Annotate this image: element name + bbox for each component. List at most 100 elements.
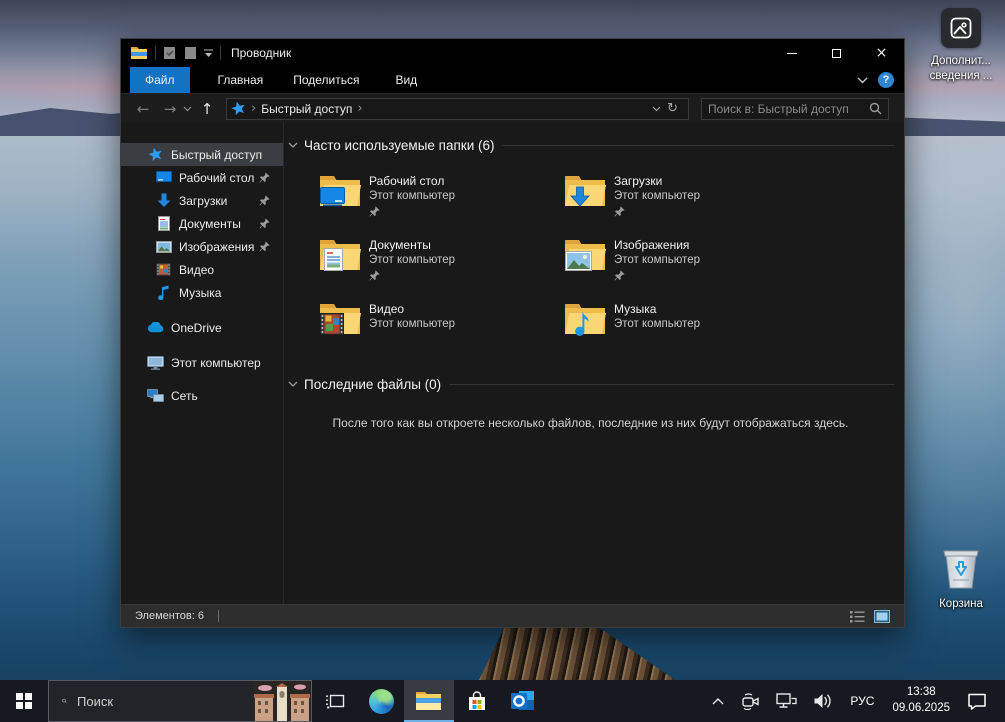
new-folder-icon[interactable] [184,46,197,60]
properties-icon[interactable] [163,46,177,60]
tab-share[interactable]: Поделиться [278,67,374,93]
speaker-volume-icon [813,693,833,709]
search-highlight-image[interactable] [253,681,311,721]
sidebar-item-onedrive[interactable]: OneDrive [121,316,283,339]
task-view-button[interactable] [312,680,358,722]
status-bar: Элементов: 6 [121,604,904,627]
folder-tile-downloads[interactable]: Загрузки Этот компьютер [564,165,809,229]
camera-tray-button[interactable] [735,680,765,722]
sidebar-item-this-pc[interactable]: Этот компьютер [121,351,283,374]
computer-icon [147,356,164,370]
folder-tile-videos[interactable]: Видео Этот компьютер [319,293,564,357]
explorer-taskbar-button[interactable] [404,680,454,722]
videos-folder-icon [319,301,361,337]
sidebar-item-music[interactable]: Музыка [121,281,283,304]
sidebar-item-desktop[interactable]: Рабочий стол [121,166,283,189]
folder-location: Этот компьютер [614,189,700,204]
sidebar-item-documents[interactable]: Документы [121,212,283,235]
sidebar-item-videos[interactable]: Видео [121,258,283,281]
music-folder-icon [564,301,606,337]
maximize-icon [832,49,841,58]
desktop-shortcut-recycle-bin[interactable]: Корзина [919,546,1003,612]
pin-icon [369,270,380,281]
maximize-button[interactable] [814,39,859,67]
folder-tile-desktop[interactable]: Рабочий стол Этот компьютер [319,165,564,229]
show-hidden-icons-button[interactable] [707,680,729,722]
sidebar-item-network[interactable]: Сеть [121,384,283,407]
folder-tile-documents[interactable]: Документы Этот компьютер [319,229,564,293]
volume-tray-button[interactable] [808,680,838,722]
outlook-icon [511,690,535,712]
pin-icon [614,270,625,281]
folder-name: Загрузки [614,174,700,189]
search-input[interactable] [708,102,869,116]
title-bar: Проводник × [121,39,904,67]
shortcut-label: Корзина [919,597,1003,612]
separator [220,46,221,60]
action-center-icon [967,692,987,710]
details-view-button[interactable] [850,610,865,623]
search-box[interactable] [701,98,889,120]
tab-home[interactable]: Главная [203,67,279,93]
network-tray-button[interactable] [771,680,802,722]
pin-icon [259,195,270,206]
ribbon-expand-chevron-icon[interactable] [857,77,868,84]
minimize-button[interactable] [769,39,814,67]
start-button[interactable] [0,680,48,722]
store-taskbar-button[interactable] [454,680,500,722]
up-button[interactable]: ↑ [196,100,218,118]
address-bar[interactable]: › Быстрый доступ › ↻ [226,98,689,120]
sidebar-item-quick-access[interactable]: Быстрый доступ [121,143,283,166]
address-dropdown-chevron-icon[interactable] [652,106,661,112]
wallpaper-pier [478,624,678,682]
music-note-icon [155,285,172,300]
pin-icon [259,218,270,229]
back-button[interactable]: ← [132,100,154,118]
breadcrumb-chevron-icon[interactable]: › [352,101,367,116]
folder-tile-music[interactable]: Музыка Этот компьютер [564,293,809,357]
recent-locations-chevron-icon[interactable] [183,106,192,112]
breadcrumb-chevron-icon: › [246,101,261,116]
items-count: Элементов: 6 [135,610,204,622]
section-collapse-chevron-icon[interactable] [287,381,302,388]
clock-time: 13:38 [892,685,950,701]
recent-files-section-header[interactable]: Последние файлы (0) [287,377,894,392]
explorer-window: Проводник × Файл Главная Поделиться Вид … [120,38,905,628]
tab-view[interactable]: Вид [380,67,432,93]
windows-logo-icon [16,693,32,709]
large-icons-view-button[interactable] [874,610,890,623]
network-icon [147,389,164,403]
help-button[interactable]: ? [878,72,894,88]
section-collapse-chevron-icon[interactable] [287,142,302,149]
close-icon: × [876,46,888,60]
sidebar-item-pictures[interactable]: Изображения [121,235,283,258]
folder-location: Этот компьютер [369,253,455,268]
taskbar-search-box[interactable] [48,680,312,722]
sidebar-item-downloads[interactable]: Загрузки [121,189,283,212]
shortcut-label: Дополнит... сведения ... [919,54,1003,84]
folder-tile-pictures[interactable]: Изображения Этот компьютер [564,229,809,293]
pictures-folder-icon [564,237,606,273]
taskbar-search-input[interactable] [77,694,253,709]
refresh-icon[interactable]: ↻ [661,101,684,116]
navigation-bar: ← → ↑ › Быстрый доступ › ↻ [121,93,904,123]
file-explorer-icon [416,690,442,711]
tab-file[interactable]: Файл [130,67,190,93]
customize-qat-chevron-icon[interactable] [204,48,213,58]
breadcrumb-quick-access[interactable]: Быстрый доступ [261,102,352,116]
picture-placeholder-icon [941,8,981,48]
desktop: Дополнит... сведения ... Корзина [0,0,1005,722]
forward-button[interactable]: → [159,100,181,118]
action-center-button[interactable] [962,680,997,722]
edge-taskbar-button[interactable] [358,680,404,722]
language-indicator[interactable]: РУС [844,694,880,708]
outlook-taskbar-button[interactable] [500,680,546,722]
close-button[interactable]: × [859,39,904,67]
taskbar-clock[interactable]: 13:38 09.06.2025 [886,685,956,716]
desktop-shortcut-additional-info[interactable]: Дополнит... сведения ... [919,8,1003,84]
system-tray: РУС 13:38 09.06.2025 [707,680,1005,722]
content-pane: Часто используемые папки (6) Рабочий сто… [284,123,904,604]
downloads-folder-icon [564,173,606,209]
recycle-bin-icon [940,546,982,594]
frequent-folders-section-header[interactable]: Часто используемые папки (6) [287,138,894,153]
